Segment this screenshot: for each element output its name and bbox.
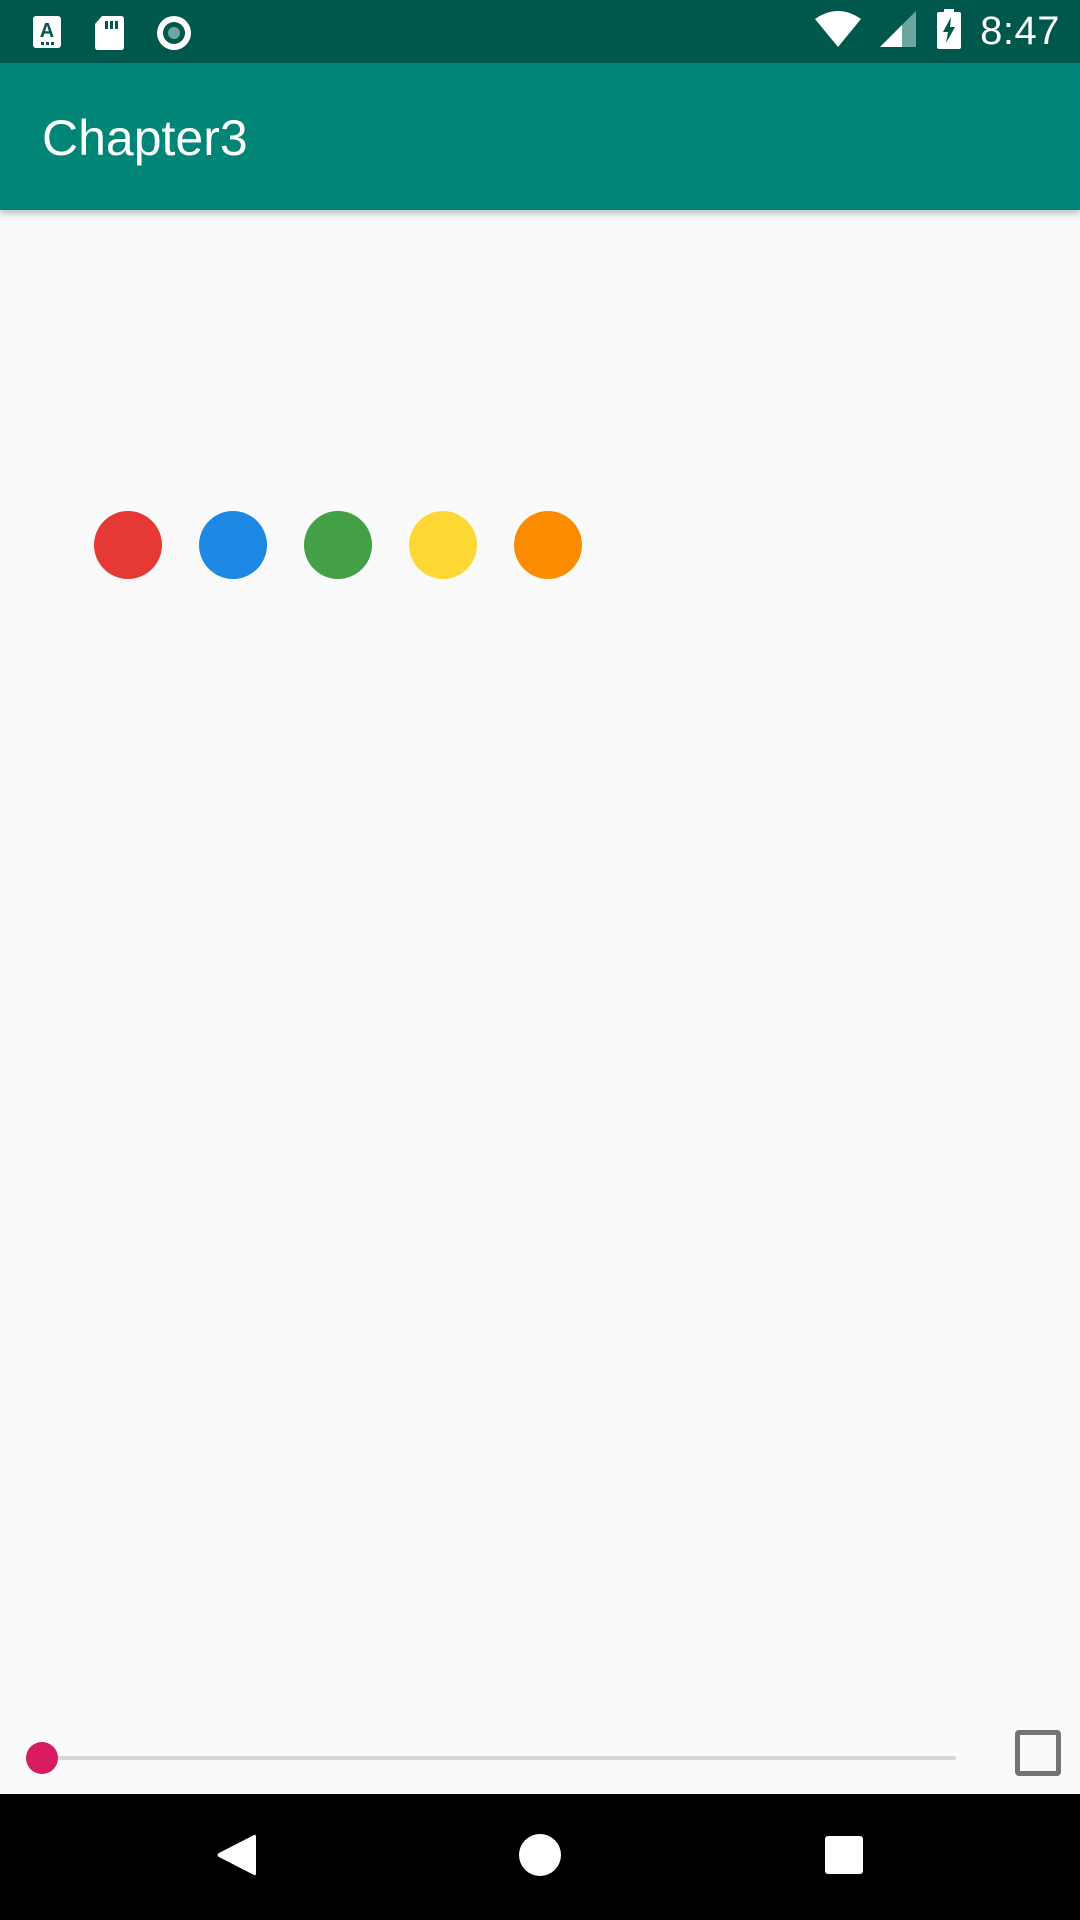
recents-button[interactable] [784, 1794, 904, 1920]
battery-charging-icon [936, 9, 962, 54]
dot-green [304, 511, 372, 579]
app-bar: Chapter3 [0, 63, 1080, 210]
recents-icon [824, 1835, 864, 1880]
dot-blue [199, 511, 267, 579]
record-icon [154, 13, 191, 51]
keyboard-a-icon: A [30, 13, 64, 51]
wifi-icon [814, 9, 862, 54]
status-bar: A 8:47 [0, 0, 1080, 63]
back-icon [214, 1831, 258, 1884]
seekbar[interactable] [26, 1738, 956, 1778]
home-icon [518, 1833, 562, 1882]
page-title: Chapter3 [42, 110, 248, 166]
home-button[interactable] [480, 1794, 600, 1920]
sd-card-icon [92, 13, 126, 51]
signal-icon [880, 9, 918, 54]
status-right: 8:47 [814, 0, 1060, 63]
svg-text:A: A [40, 20, 54, 42]
status-clock: 8:47 [980, 9, 1060, 53]
main-content [0, 210, 1080, 1794]
dot-orange [514, 511, 582, 579]
back-button[interactable] [176, 1794, 296, 1920]
status-left: A [30, 0, 216, 63]
dot-yellow [409, 511, 477, 579]
dot-red [94, 511, 162, 579]
seekbar-track[interactable] [42, 1756, 956, 1760]
navigation-bar [0, 1794, 1080, 1920]
bottom-controls [0, 1720, 1080, 1784]
checkbox[interactable] [1015, 1730, 1061, 1776]
seekbar-thumb[interactable] [26, 1742, 58, 1774]
